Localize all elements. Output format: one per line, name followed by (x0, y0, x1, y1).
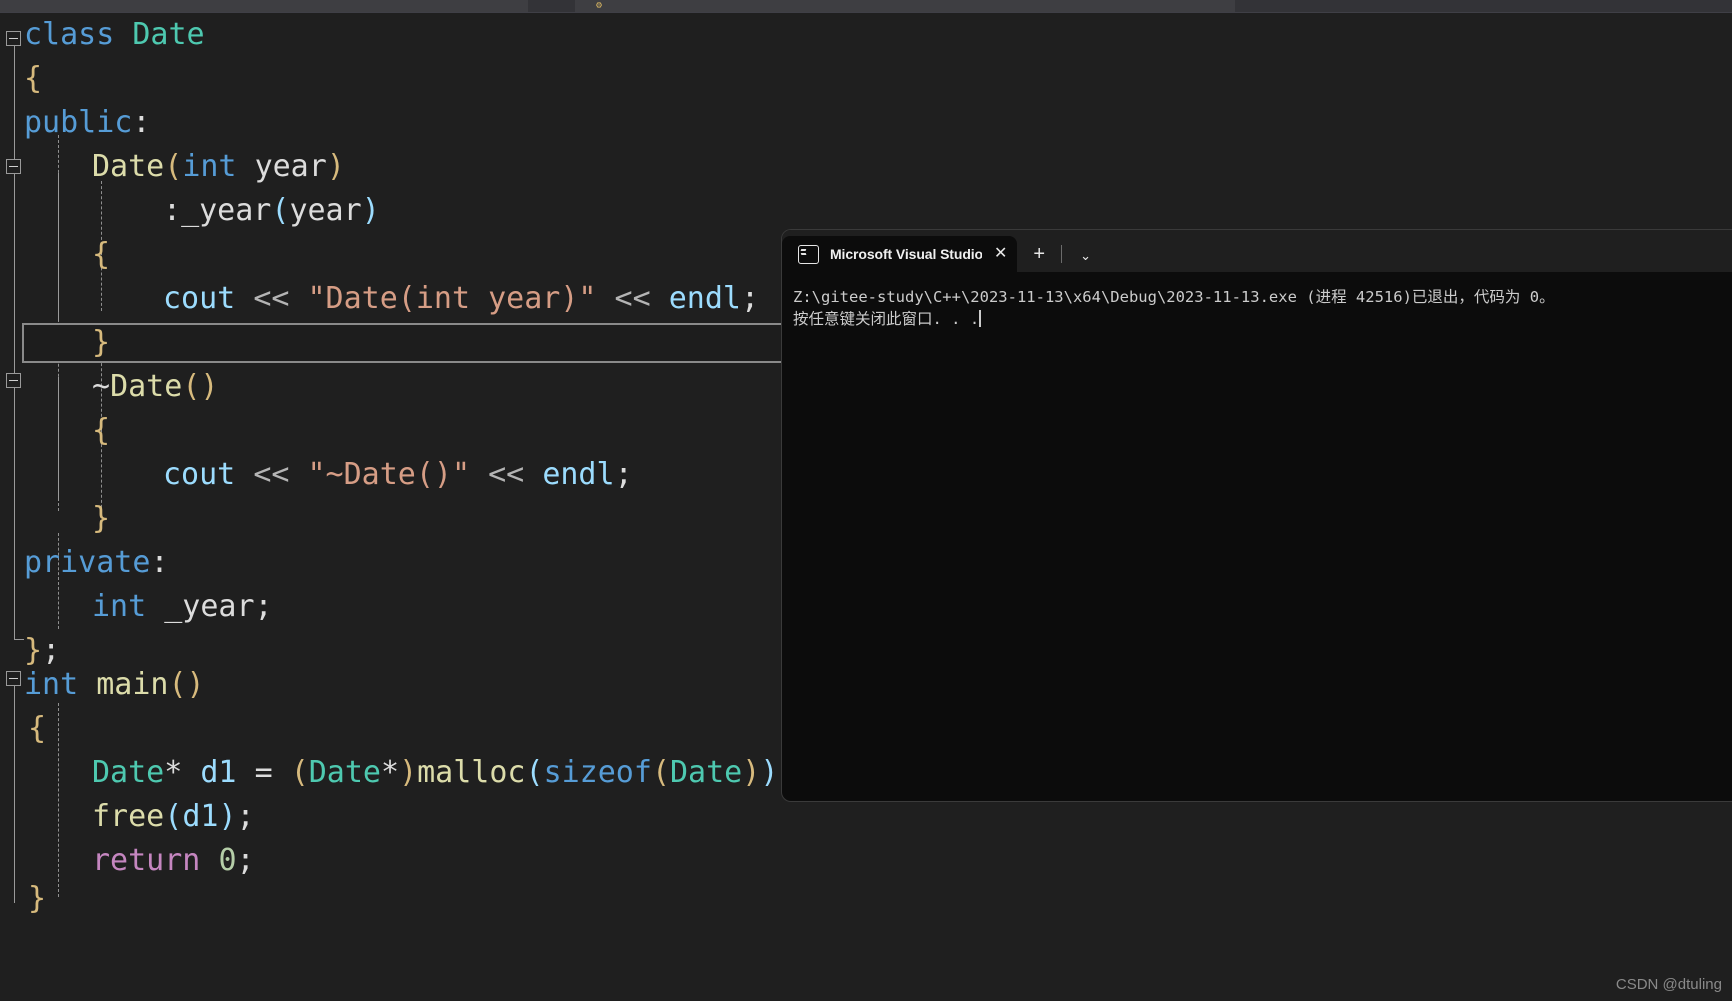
code-line-text: { (92, 237, 111, 272)
code-line-text: Date* d1 = (Date*)malloc(sizeof(Date)); (92, 755, 796, 790)
console-output[interactable]: Z:\gitee-study\C++\2023-11-13\x64\Debug\… (782, 272, 1732, 330)
code-line[interactable]: public: (0, 101, 1732, 145)
code-line-text: free(d1); (92, 799, 255, 834)
console-output-line-1: Z:\gitee-study\C++\2023-11-13\x64\Debug\… (793, 288, 1555, 306)
chevron-down-icon[interactable]: ⌄ (1062, 249, 1109, 262)
code-line-text: { (92, 413, 111, 448)
code-line-text: Date(int year) (92, 149, 345, 184)
toolbar-segment-center (575, 0, 1235, 12)
code-line-text: :_year(year) (163, 193, 380, 228)
console-output-line-2: 按任意键关闭此窗口. . . (793, 310, 980, 328)
code-line[interactable]: { (0, 57, 1732, 101)
gear-icon[interactable]: ⚙ (596, 1, 605, 11)
new-tab-icon[interactable]: + (1017, 244, 1061, 264)
code-line[interactable]: } (0, 877, 1732, 921)
code-line-text: int _year; (92, 589, 273, 624)
code-line-text: { (24, 61, 43, 96)
close-icon[interactable]: ✕ (994, 246, 1007, 262)
console-window[interactable]: Microsoft Visual Studio 调试控制台 ✕ + ⌄ Z:\g… (782, 230, 1732, 801)
code-line[interactable]: class Date (0, 13, 1732, 57)
console-titlebar[interactable]: Microsoft Visual Studio 调试控制台 ✕ + ⌄ (782, 230, 1732, 272)
code-line-text: } (28, 881, 47, 916)
code-line[interactable]: Date(int year) (0, 145, 1732, 189)
code-line-text: cout << "~Date()" << endl; (163, 457, 633, 492)
vs-toolbar-strip: ⚙ (0, 0, 1732, 13)
code-line-text: int main() (24, 667, 205, 702)
code-line-text: cout << "Date(int year)" << endl; (163, 281, 760, 316)
code-line-text: ~Date() (92, 369, 219, 404)
console-icon (798, 244, 819, 264)
toolbar-segment-left (0, 0, 528, 12)
code-line-text: { (28, 711, 47, 746)
screenshot-root: ⚙ class Date { public: Date(int year):_… (0, 0, 1732, 1001)
code-line-text: class Date (24, 17, 205, 52)
code-line-text: } (92, 325, 111, 360)
code-line-text: private: (24, 545, 169, 580)
code-line[interactable]: free(d1); (0, 795, 1732, 839)
console-tab-title: Microsoft Visual Studio 调试控制台 (830, 246, 982, 262)
console-tab[interactable]: Microsoft Visual Studio 调试控制台 ✕ (782, 236, 1018, 272)
code-line[interactable]: :_year(year) (0, 189, 1732, 233)
console-cursor (979, 310, 982, 327)
watermark: CSDN @dtuling (1615, 976, 1722, 993)
code-line-text: } (92, 501, 111, 536)
code-line-text: public: (24, 105, 151, 140)
